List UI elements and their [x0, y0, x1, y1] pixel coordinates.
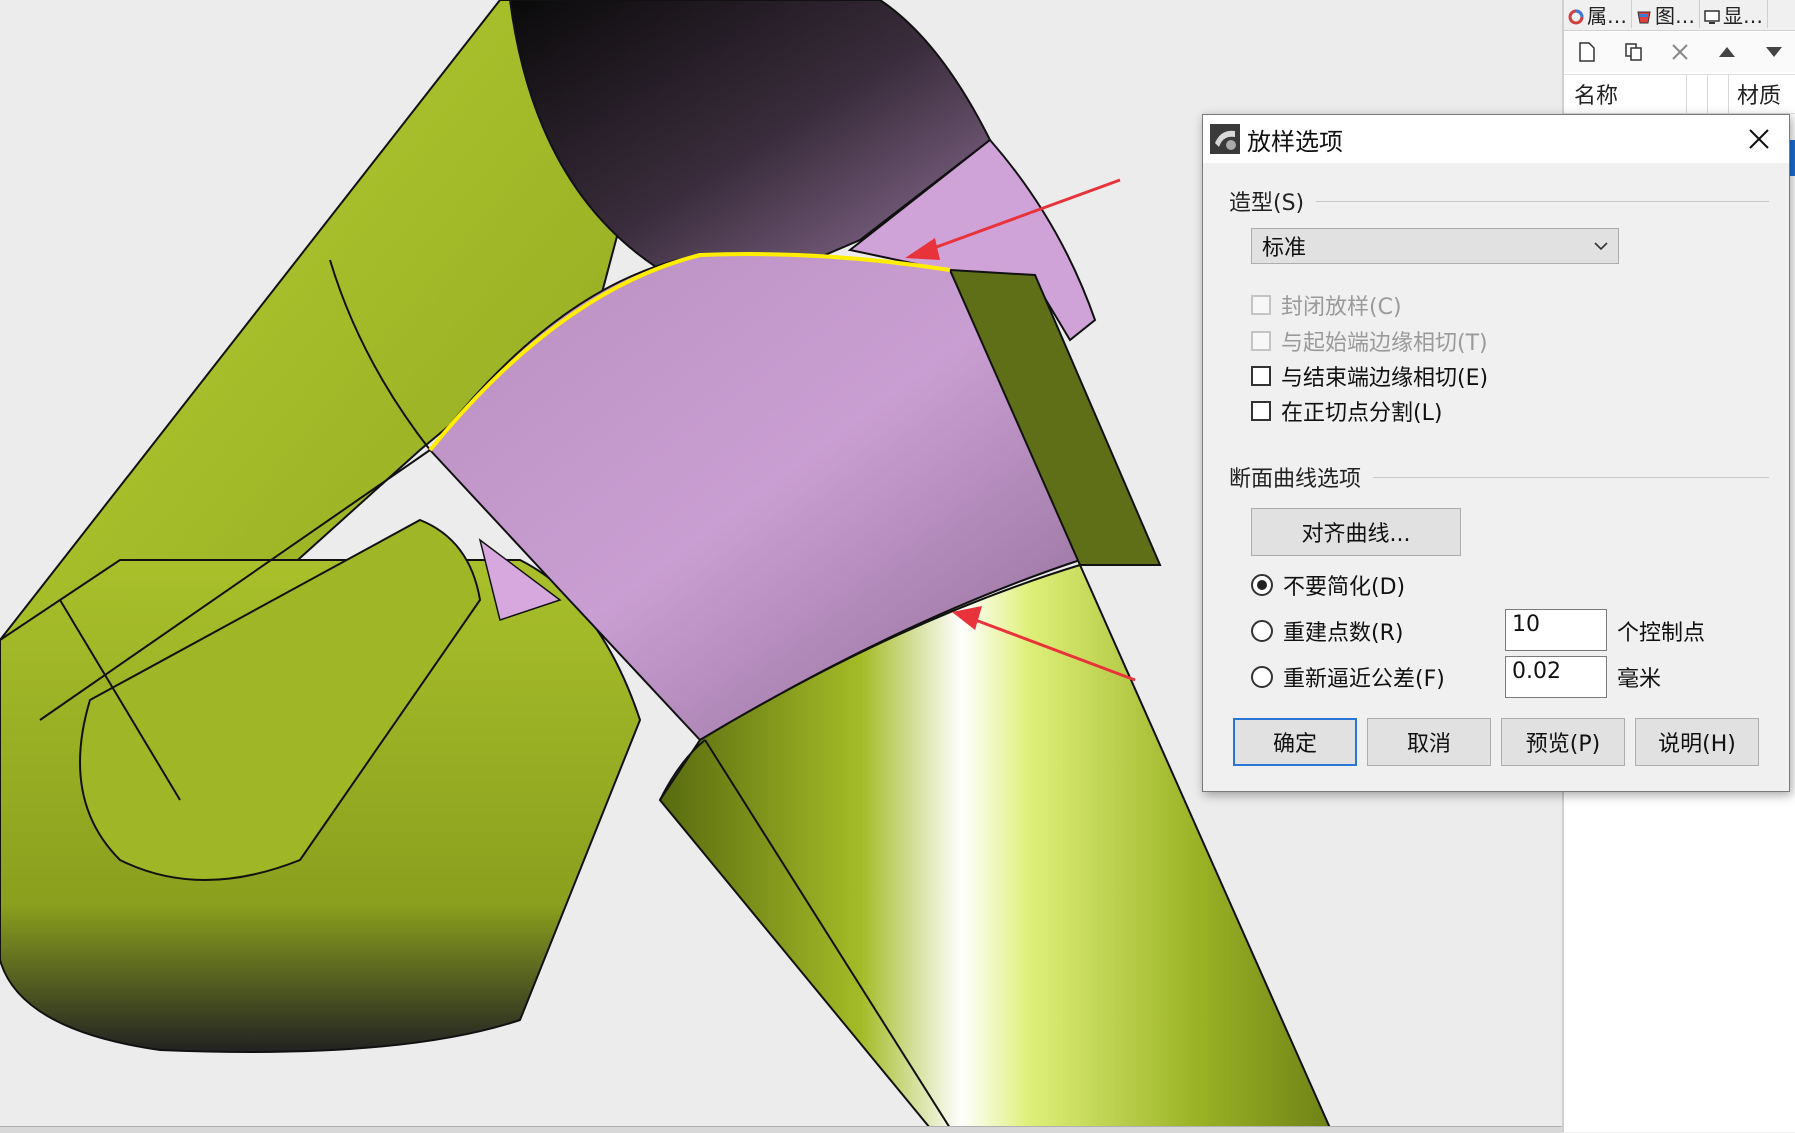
chevron-down-icon [1594, 242, 1608, 251]
move-up-button[interactable] [1704, 33, 1751, 71]
tab-properties-label: 属… [1587, 3, 1627, 28]
section-divider [1373, 476, 1769, 478]
cross-section-section-header: 断面曲线选项 [1229, 461, 1769, 493]
checkbox-box [1251, 295, 1271, 315]
checkbox-box [1251, 331, 1271, 351]
triangle-down-icon [1765, 47, 1782, 57]
style-section-header: 造型(S) [1229, 185, 1769, 217]
new-button[interactable] [1564, 33, 1611, 71]
close-icon [1749, 129, 1769, 149]
help-button[interactable]: 说明(H) [1635, 718, 1759, 766]
column-divider [1708, 75, 1729, 113]
checkbox-box [1251, 366, 1271, 386]
copy-icon [1625, 43, 1642, 61]
style-dropdown-value: 标准 [1262, 236, 1307, 261]
match-start-tangent-checkbox[interactable]: 与起始端边缘相切(T) [1251, 325, 1488, 357]
radio-dot [1251, 620, 1273, 642]
closed-loft-label: 封闭放样(C) [1281, 295, 1402, 320]
close-button[interactable] [1739, 121, 1779, 157]
match-end-tangent-label: 与结束端边缘相切(E) [1281, 366, 1489, 391]
refit-tolerance-radio[interactable]: 重新逼近公差(F) [1251, 661, 1445, 693]
panel-toolbar [1564, 32, 1795, 72]
column-divider [1687, 75, 1708, 113]
radio-dot [1251, 574, 1273, 596]
column-name[interactable]: 名称 [1564, 75, 1687, 113]
app-icon [1209, 123, 1241, 155]
dialog-title-bar[interactable]: 放样选项 [1203, 115, 1789, 163]
radio-dot [1251, 666, 1273, 688]
delete-x-icon [1672, 44, 1689, 60]
closed-loft-checkbox[interactable]: 封闭放样(C) [1251, 289, 1402, 321]
refit-tolerance-label: 重新逼近公差(F) [1283, 667, 1445, 692]
color-wheel-icon [1568, 6, 1584, 25]
dialog-title: 放样选项 [1247, 127, 1343, 156]
cross-section-section-label: 断面曲线选项 [1229, 467, 1362, 492]
cancel-button[interactable]: 取消 [1367, 718, 1491, 766]
refit-tolerance-unit: 毫米 [1617, 667, 1662, 692]
ok-button[interactable]: 确定 [1233, 718, 1357, 766]
refit-tolerance-input[interactable]: 0.02 [1505, 656, 1607, 698]
rebuild-points-radio[interactable]: 重建点数(R) [1251, 615, 1403, 647]
rebuild-points-unit: 个控制点 [1617, 621, 1706, 646]
tab-properties[interactable]: 属… [1564, 0, 1632, 28]
style-dropdown[interactable]: 标准 [1251, 228, 1619, 264]
match-start-tangent-label: 与起始端边缘相切(T) [1281, 331, 1488, 356]
align-curves-button[interactable]: 对齐曲线... [1251, 508, 1461, 556]
new-document-icon [1579, 42, 1596, 62]
do-not-simplify-label: 不要简化(D) [1283, 575, 1406, 600]
split-at-tangents-checkbox[interactable]: 在正切点分割(L) [1251, 395, 1442, 427]
rebuild-points-label: 重建点数(R) [1283, 621, 1404, 646]
move-down-button[interactable] [1750, 33, 1795, 71]
delete-button[interactable] [1657, 33, 1704, 71]
panel-table-header: 名称 材质 [1564, 74, 1795, 114]
display-icon [1704, 6, 1720, 24]
tab-layers-label: 图… [1655, 3, 1695, 28]
style-section-label: 造型(S) [1229, 191, 1305, 216]
copy-button[interactable] [1611, 33, 1658, 71]
match-end-tangent-checkbox[interactable]: 与结束端边缘相切(E) [1251, 360, 1488, 392]
preview-button[interactable]: 预览(P) [1501, 718, 1625, 766]
layers-icon [1636, 6, 1652, 24]
loft-options-dialog: 放样选项 造型(S) 标准 封闭放样(C) 与起始端边缘相切(T) 与结束端边缘… [1202, 114, 1790, 792]
tab-display[interactable]: 显… [1700, 0, 1768, 28]
checkbox-box [1251, 401, 1271, 421]
column-material[interactable]: 材质 [1729, 78, 1781, 110]
split-at-tangents-label: 在正切点分割(L) [1281, 401, 1443, 426]
rebuild-points-input[interactable]: 10 [1505, 609, 1607, 651]
tab-layers[interactable]: 图… [1632, 0, 1700, 28]
tab-display-label: 显… [1723, 3, 1763, 28]
panel-tabs: 属… 图… 显… [1564, 0, 1795, 31]
do-not-simplify-radio[interactable]: 不要简化(D) [1251, 569, 1405, 601]
section-divider [1316, 200, 1769, 202]
triangle-up-icon [1719, 47, 1736, 57]
